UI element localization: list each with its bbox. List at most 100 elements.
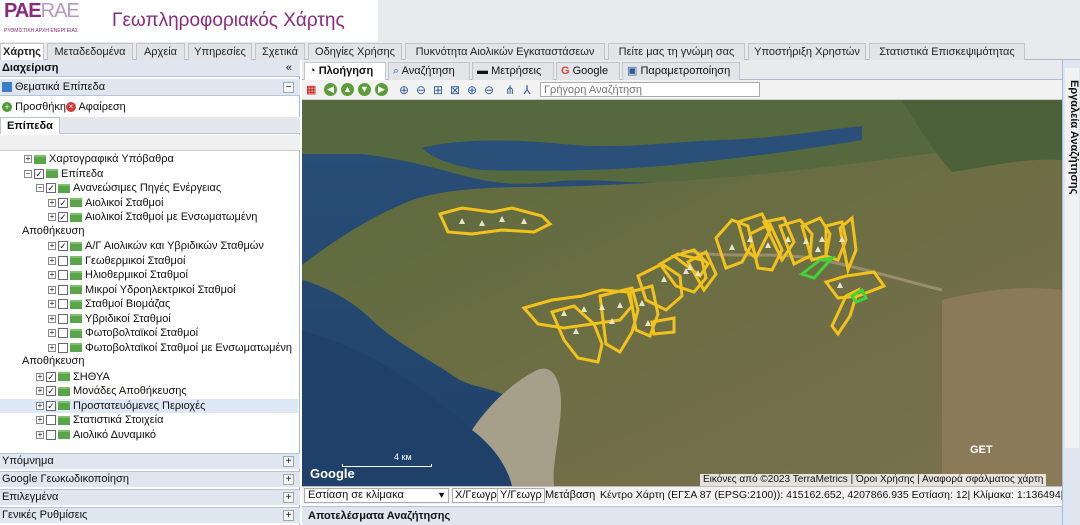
search-tools-title[interactable]: Εργαλεία Αναζήτησης (1064, 80, 1080, 194)
pan-down-icon[interactable]: ▼ (358, 83, 371, 96)
tree-node[interactable]: + ✓ Μονάδες Αποθήκευσης (36, 384, 187, 398)
expand-node-icon[interactable]: + (36, 401, 44, 410)
tree-node[interactable]: + Υβριδικοί Σταθμοί (48, 312, 171, 326)
tree-node[interactable]: + Μικροί Υδροηλεκτρικοί Σταθμοί (48, 283, 236, 297)
expand-icon[interactable]: + (283, 510, 294, 521)
double-chevron-left-icon[interactable]: « (286, 60, 292, 77)
layer-checkbox[interactable]: ✓ (46, 386, 56, 397)
expand-node-icon[interactable]: + (48, 343, 56, 352)
expand-icon[interactable]: + (283, 456, 294, 467)
tree-node[interactable]: − ✓ Ανανεώσιμες Πηγές Ενέργειας (36, 181, 221, 195)
layer-checkbox[interactable] (58, 328, 68, 339)
thematic-layers-header[interactable]: Θεματικά Επίπεδα − (0, 79, 300, 96)
uk-flag-icon[interactable]: ▦ (306, 83, 316, 96)
pan-up-icon[interactable]: ▲ (341, 83, 354, 96)
tree-node[interactable]: + Αιολικό Δυναμικό (36, 428, 156, 442)
tab-map[interactable]: Χάρτης (0, 43, 44, 60)
tree-node[interactable]: + Σταθμοί Βιομάζας (48, 297, 170, 311)
expand-node-icon[interactable]: + (36, 387, 44, 396)
tab-services[interactable]: Υπηρεσίες (188, 43, 252, 60)
tree-node[interactable]: + Χαρτογραφικά Υπόβαθρα (24, 152, 174, 166)
tree-node[interactable]: + Φωτοβολταϊκοί Σταθμοί (48, 326, 198, 340)
collapse-node-icon[interactable]: − (36, 184, 44, 193)
tab-settings[interactable]: ▣ Παραμετροποίηση (622, 62, 740, 80)
expand-icon[interactable]: + (283, 474, 294, 485)
identify-icon[interactable]: ⋔ (503, 83, 517, 97)
expand-icon[interactable]: + (283, 492, 294, 503)
tree-node[interactable]: + Γεωθερμικοί Σταθμοί (48, 254, 185, 268)
tab-navigation[interactable]: ◔ Πλοήγηση (304, 62, 386, 80)
expand-node-icon[interactable]: + (48, 271, 56, 280)
layer-checkbox[interactable] (58, 284, 68, 295)
pan-right-icon[interactable]: ▶ (375, 83, 388, 96)
zoom-in-icon[interactable]: ⊕ (397, 83, 411, 97)
tab-measurements[interactable]: ▬ Μετρήσεις (472, 62, 554, 80)
layer-checkbox[interactable] (46, 429, 56, 440)
expand-node-icon[interactable]: + (48, 256, 56, 265)
map-view[interactable]: 4 км Google GET Εικόνες από ©2023 TerraM… (302, 100, 1062, 486)
layer-checkbox[interactable]: ✓ (58, 241, 68, 252)
zoom-box-icon[interactable]: ⊞ (431, 83, 445, 97)
layer-checkbox[interactable]: ✓ (58, 197, 68, 208)
tab-metadata[interactable]: Μεταδεδομένα (47, 43, 133, 60)
satellite-map[interactable] (302, 100, 1062, 486)
layer-checkbox[interactable] (58, 342, 68, 353)
y-coordinate-input[interactable]: Y/Γεωγρ (497, 488, 545, 503)
expand-node-icon[interactable]: + (48, 198, 56, 207)
zoom-next-icon[interactable]: ⊖ (482, 83, 496, 97)
collapse-icon[interactable]: − (283, 82, 294, 93)
tab-wind-density[interactable]: Πυκνότητα Αιολικών Εγκαταστάσεων (405, 43, 605, 60)
collapse-node-icon[interactable]: − (24, 169, 32, 178)
tree-node[interactable]: + Ηλιοθερμικοί Σταθμοί (48, 268, 188, 282)
tree-node[interactable]: + ✓ ΣΗΘΥΑ (36, 370, 110, 384)
expand-node-icon[interactable]: + (48, 314, 56, 323)
google-geocoding-section[interactable]: Google Γεωκωδικοποίηση + (0, 471, 300, 487)
measure-icon[interactable]: ⅄ (520, 83, 534, 97)
selected-section[interactable]: Επιλεγμένα + (0, 489, 300, 505)
layer-checkbox[interactable] (58, 270, 68, 281)
add-layer-button[interactable]: + Προσθήκη (2, 98, 66, 116)
expand-node-icon[interactable]: + (36, 416, 44, 425)
map-attribution[interactable]: Εικόνες από ©2023 TerraMetrics | Όροι Χρ… (700, 474, 1047, 486)
remove-layer-button[interactable]: × Αφαίρεση (66, 98, 126, 116)
expand-node-icon[interactable]: + (24, 155, 32, 164)
expand-node-icon[interactable]: + (48, 300, 56, 309)
go-to-button[interactable]: Μετάβαση (545, 487, 595, 504)
tree-node[interactable]: − ✓ Επίπεδα (24, 167, 103, 181)
expand-node-icon[interactable]: + (36, 430, 44, 439)
expand-node-icon[interactable]: + (48, 285, 56, 294)
layer-checkbox[interactable]: ✓ (46, 183, 56, 194)
tab-search[interactable]: ⌕ Αναζήτηση (388, 62, 470, 80)
tab-files[interactable]: Αρχεία (136, 43, 185, 60)
x-coordinate-input[interactable]: X/Γεωγρ (452, 488, 500, 503)
quick-search-input[interactable] (540, 82, 760, 97)
layer-checkbox[interactable]: ✓ (58, 212, 68, 223)
expand-node-icon[interactable]: + (48, 329, 56, 338)
tree-node[interactable]: + ✓ Αιολικοί Σταθμοί (48, 196, 163, 210)
tab-visit-stats[interactable]: Στατιστικά Επισκεψιμότητας (869, 43, 1025, 60)
expand-node-icon[interactable]: + (48, 213, 56, 222)
tab-google[interactable]: G Google (556, 62, 620, 80)
pan-left-icon[interactable]: ◀ (324, 83, 337, 96)
tree-node[interactable]: + Στατιστικά Στοιχεία (36, 413, 163, 427)
layer-checkbox[interactable]: ✓ (46, 371, 56, 382)
layer-checkbox[interactable] (58, 299, 68, 310)
layer-checkbox[interactable] (58, 255, 68, 266)
tree-node[interactable]: + ✓ Αιολικοί Σταθμοί με Ενσωματωμένη (48, 210, 257, 224)
zoom-extent-icon[interactable]: ⊠ (448, 83, 462, 97)
expand-node-icon[interactable]: + (36, 372, 44, 381)
layer-checkbox[interactable] (46, 415, 56, 426)
zoom-previous-icon[interactable]: ⊕ (465, 83, 479, 97)
layer-checkbox[interactable]: ✓ (46, 400, 56, 411)
tab-user-support[interactable]: Υποστήριξη Χρηστών (748, 43, 866, 60)
tree-node[interactable]: + ✓ Προστατευόμενες Περιοχές (0, 398, 298, 413)
search-results-panel[interactable]: Αποτελέσματα Αναζήτησης (302, 506, 1062, 525)
layer-checkbox[interactable]: ✓ (34, 168, 44, 179)
tab-user-guide[interactable]: Οδηγίες Χρήσης (308, 43, 402, 60)
tab-layers[interactable]: Επίπεδα (0, 117, 60, 134)
scale-select[interactable]: Εστίαση σε κλίμακα ▼ (304, 488, 449, 503)
tree-node[interactable]: + Φωτοβολταϊκοί Σταθμοί με Ενσωματωμένη (48, 341, 292, 355)
tree-node[interactable]: + ✓ Α/Γ Αιολικών και Υβριδικών Σταθμών (48, 239, 264, 253)
tab-about[interactable]: Σχετικά (255, 43, 305, 60)
general-settings-section[interactable]: Γενικές Ρυθμίσεις + (0, 507, 300, 523)
